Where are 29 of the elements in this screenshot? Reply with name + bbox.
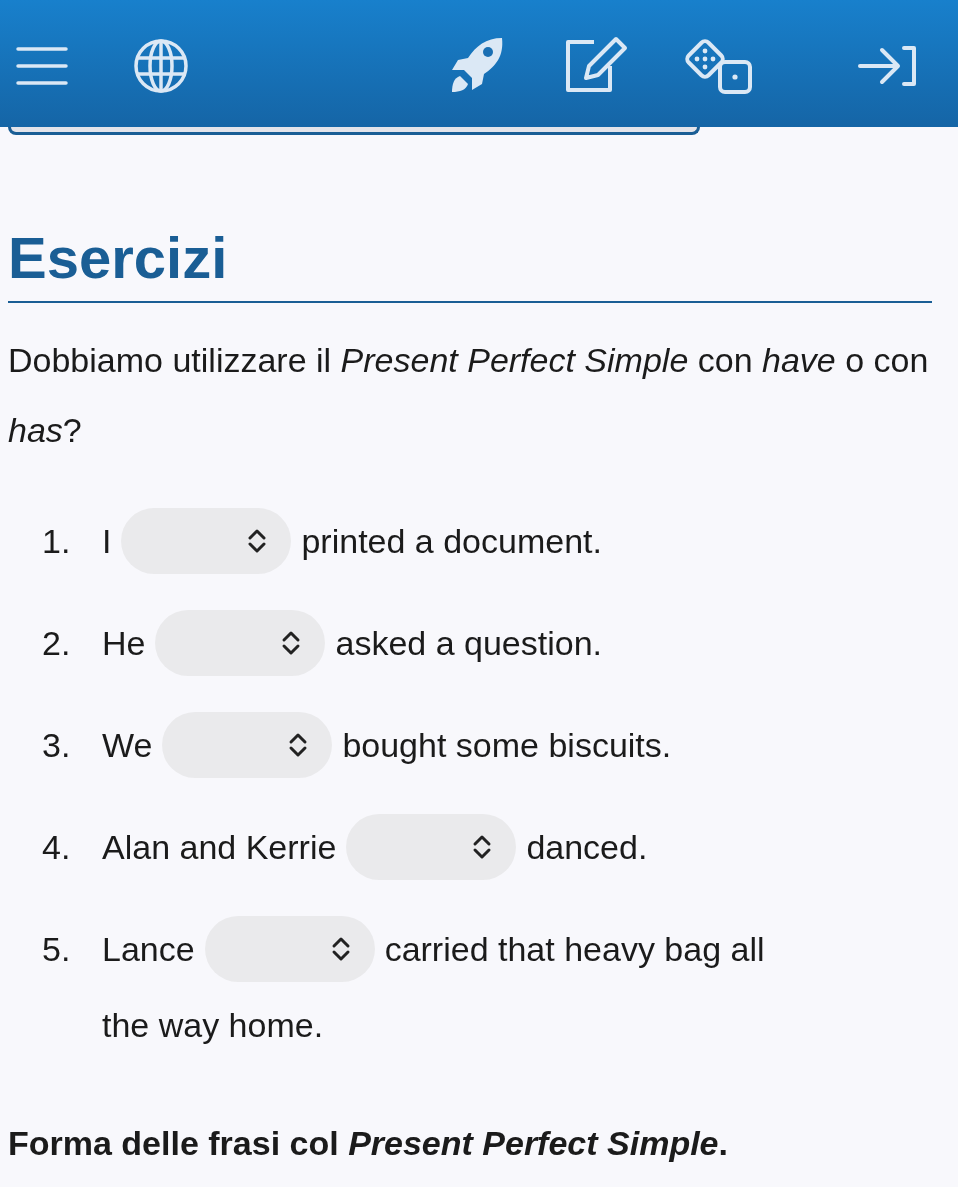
dice-icon[interactable]	[682, 36, 754, 94]
page-title: Esercizi	[8, 223, 932, 303]
edit-icon[interactable]	[564, 36, 628, 94]
sentence-text: He	[102, 622, 146, 664]
menu-icon[interactable]	[16, 45, 68, 87]
chevron-updown-icon	[472, 833, 493, 860]
chevron-updown-icon	[288, 731, 309, 758]
sentence-text: Lance	[102, 928, 195, 970]
sentence-text: printed a document.	[301, 520, 602, 562]
sentence-text: Alan and Kerrie	[102, 826, 337, 868]
chevron-updown-icon	[330, 935, 351, 962]
question-number: 3.	[42, 724, 72, 766]
instructions-text: Forma delle frasi col Present Perfect Simple.	[8, 1122, 729, 1164]
login-icon[interactable]	[858, 44, 918, 88]
sentence-text: I	[102, 520, 112, 562]
question-number: 1.	[42, 520, 72, 562]
question-number: 2.	[42, 622, 72, 664]
question-number: 4.	[42, 826, 72, 868]
instructions-text: Dobbiamo utilizzare il Present Perfect Simple con have o con has?	[8, 339, 930, 451]
question-number: 5.	[42, 928, 72, 970]
sentence-text: We	[102, 724, 153, 766]
sentence-text: asked a question.	[335, 622, 602, 664]
sentence-text: bought some biscuits.	[342, 724, 672, 766]
chevron-updown-icon	[281, 629, 302, 656]
sentence-text: carried that heavy bag all	[384, 928, 765, 970]
sentence-text: danced.	[526, 826, 648, 868]
globe-icon[interactable]	[133, 38, 189, 94]
sentence-text: the way home.	[102, 1004, 325, 1046]
chevron-updown-icon	[247, 527, 268, 554]
